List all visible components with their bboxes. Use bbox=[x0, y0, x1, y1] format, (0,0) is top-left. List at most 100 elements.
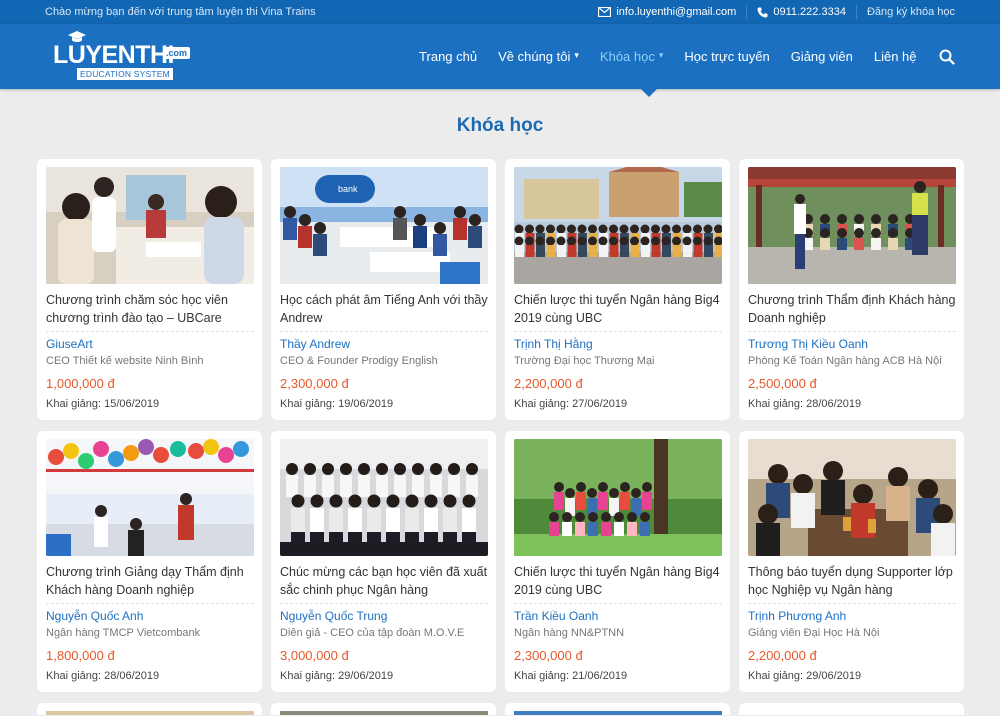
top-divider bbox=[746, 5, 748, 19]
course-start-date: Khai giảng: 28/06/2019 bbox=[46, 670, 160, 682]
divider bbox=[748, 331, 956, 332]
course-instructor[interactable]: Trần Kiều Oanh bbox=[514, 609, 722, 627]
course-title[interactable]: Chiến lược thi tuyển Ngân hàng Big4 2019… bbox=[514, 291, 722, 327]
svg-text:bank: bank bbox=[338, 184, 358, 194]
course-title[interactable]: Thông báo tuyển dụng Supporter lớp học N… bbox=[748, 563, 956, 599]
course-title[interactable]: Chiến lược thi tuyển Ngân hàng Big4 2019… bbox=[514, 563, 722, 599]
course-card[interactable]: Chương trình chăm sóc học viên chương tr… bbox=[37, 159, 262, 420]
course-price: 2,200,000 đ bbox=[514, 376, 583, 391]
logo-com-badge: .com bbox=[163, 46, 191, 59]
course-card[interactable]: bank Học cách phát âm Tiếng Anh với thầy… bbox=[271, 159, 496, 420]
email-contact[interactable]: info.luyenthi@gmail.com bbox=[598, 6, 736, 18]
course-thumbnail[interactable] bbox=[46, 167, 254, 284]
chevron-down-icon: ▾ bbox=[574, 50, 579, 60]
top-bar-right: info.luyenthi@gmail.com 0911.222.3334 Đă… bbox=[598, 5, 955, 19]
course-card[interactable] bbox=[739, 703, 964, 715]
instructor-role: CEO & Founder Prodigy English bbox=[280, 355, 438, 367]
course-instructor[interactable]: Nguyễn Quốc Trung bbox=[280, 609, 488, 627]
course-title[interactable]: Chương trình Giảng dạy Thẩm định Khách h… bbox=[46, 563, 254, 599]
welcome-text: Chào mừng bạn đến với trung tâm luyện th… bbox=[45, 6, 316, 18]
next-row-peek bbox=[0, 703, 1000, 715]
course-instructor[interactable]: Trịnh Thị Hằng bbox=[514, 337, 722, 355]
course-card[interactable]: Chiến lược thi tuyển Ngân hàng Big4 2019… bbox=[505, 431, 730, 692]
nav-item-label: Liên hệ bbox=[873, 49, 917, 64]
email-text: info.luyenthi@gmail.com bbox=[616, 6, 737, 18]
nav-item-label: Học trực tuyến bbox=[684, 49, 770, 64]
course-instructor[interactable]: Thầy Andrew bbox=[280, 337, 488, 355]
site-logo[interactable]: LUYENTHI .com EDUCATION SYSTEM bbox=[53, 30, 193, 83]
logo-tagline: EDUCATION SYSTEM bbox=[77, 67, 173, 80]
course-card[interactable] bbox=[505, 703, 730, 715]
logo-wordmark: LUYENTHI bbox=[53, 40, 175, 69]
nav-item-home[interactable]: Trang chủ bbox=[409, 49, 488, 64]
course-title[interactable]: Chúc mừng các bạn học viên đã xuất sắc c… bbox=[280, 563, 488, 599]
course-price: 1,000,000 đ bbox=[46, 376, 115, 391]
course-price: 2,200,000 đ bbox=[748, 648, 817, 663]
course-card[interactable]: Chương trình Thẩm định Khách hàng Doanh … bbox=[739, 159, 964, 420]
nav-item-online[interactable]: Học trực tuyến bbox=[674, 49, 780, 64]
instructor-role: Ngân hàng TMCP Vietcombank bbox=[46, 627, 201, 639]
nav-item-teachers[interactable]: Giảng viên bbox=[780, 49, 863, 64]
course-grid: Chương trình chăm sóc học viên chương tr… bbox=[0, 159, 1000, 692]
course-start-date: Khai giảng: 15/06/2019 bbox=[46, 398, 160, 410]
instructor-role: Diễn giả - CEO của tập đoàn M.O.V.E bbox=[280, 627, 465, 639]
nav-menu: Trang chủ Về chúng tôi ▾ Khóa học ▾ Học tr… bbox=[193, 49, 955, 65]
course-thumbnail[interactable] bbox=[280, 439, 488, 556]
instructor-role: Phòng Kế Toán Ngân hàng ACB Hà Nội bbox=[748, 355, 942, 367]
search-button[interactable] bbox=[927, 49, 955, 65]
course-thumbnail[interactable] bbox=[46, 439, 254, 556]
nav-item-label: Giảng viên bbox=[790, 49, 853, 64]
course-card[interactable]: Chương trình Giảng dạy Thẩm định Khách h… bbox=[37, 431, 262, 692]
active-nav-pointer bbox=[641, 89, 657, 97]
course-title[interactable]: Học cách phát âm Tiếng Anh với thầy Andr… bbox=[280, 291, 488, 327]
search-icon bbox=[939, 49, 955, 65]
course-start-date: Khai giảng: 19/06/2019 bbox=[280, 398, 394, 410]
course-instructor[interactable]: GiuseArt bbox=[46, 337, 254, 355]
divider bbox=[46, 331, 254, 332]
course-instructor[interactable]: Trương Thị Kiều Oanh bbox=[748, 337, 956, 355]
chevron-down-icon: ▾ bbox=[658, 50, 664, 60]
nav-item-courses[interactable]: Khóa học ▾ bbox=[589, 49, 673, 64]
course-price: 2,300,000 đ bbox=[280, 376, 349, 391]
course-title[interactable]: Chương trình Thẩm định Khách hàng Doanh … bbox=[748, 291, 956, 327]
course-instructor[interactable]: Trịnh Phương Anh bbox=[748, 609, 956, 627]
phone-icon bbox=[757, 7, 768, 17]
nav-item-about[interactable]: Về chúng tôi ▾ bbox=[488, 49, 590, 64]
divider bbox=[280, 603, 488, 604]
course-start-date: Khai giảng: 21/06/2019 bbox=[514, 670, 628, 682]
divider bbox=[748, 603, 956, 604]
divider bbox=[280, 331, 488, 332]
main-navbar: LUYENTHI .com EDUCATION SYSTEM Trang chủ… bbox=[0, 24, 1000, 97]
course-card[interactable] bbox=[37, 703, 262, 715]
course-card[interactable]: Thông báo tuyển dụng Supporter lớp học N… bbox=[739, 431, 964, 692]
page-title: Khóa học bbox=[456, 115, 544, 136]
course-price: 2,500,000 đ bbox=[748, 376, 817, 391]
course-start-date: Khai giảng: 29/06/2019 bbox=[280, 670, 394, 682]
course-thumbnail[interactable] bbox=[748, 439, 956, 556]
course-thumbnail[interactable]: bank bbox=[280, 167, 488, 284]
register-link[interactable]: Đăng ký khóa học bbox=[867, 6, 955, 18]
phone-text: 0911.222.3334 bbox=[773, 6, 846, 18]
course-card[interactable] bbox=[271, 703, 496, 715]
course-start-date: Khai giảng: 27/06/2019 bbox=[514, 398, 628, 410]
course-card[interactable]: Chúc mừng các bạn học viên đã xuất sắc c… bbox=[271, 431, 496, 692]
course-thumbnail[interactable] bbox=[748, 167, 956, 284]
nav-item-label: Về chúng tôi bbox=[498, 49, 571, 64]
course-instructor[interactable]: Nguyễn Quốc Anh bbox=[46, 609, 254, 627]
course-card[interactable]: Chiến lược thi tuyển Ngân hàng Big4 2019… bbox=[505, 159, 730, 420]
course-thumbnail[interactable] bbox=[514, 439, 722, 556]
course-start-date: Khai giảng: 29/06/2019 bbox=[748, 670, 862, 682]
instructor-role: Ngân hàng NN&PTNN bbox=[514, 627, 625, 639]
course-title[interactable]: Chương trình chăm sóc học viên chương tr… bbox=[46, 291, 254, 327]
nav-item-contact[interactable]: Liên hệ bbox=[863, 49, 927, 64]
course-thumbnail[interactable] bbox=[514, 167, 722, 284]
phone-contact[interactable]: 0911.222.3334 bbox=[757, 6, 846, 18]
course-start-date: Khai giảng: 28/06/2019 bbox=[748, 398, 862, 410]
divider bbox=[514, 603, 722, 604]
divider bbox=[514, 331, 722, 332]
nav-item-label: Trang chủ bbox=[419, 49, 478, 64]
course-price: 2,300,000 đ bbox=[514, 648, 583, 663]
top-divider bbox=[855, 5, 857, 19]
instructor-role: Giảng viên Đại Học Hà Nội bbox=[748, 627, 880, 639]
course-price: 3,000,000 đ bbox=[280, 648, 349, 663]
